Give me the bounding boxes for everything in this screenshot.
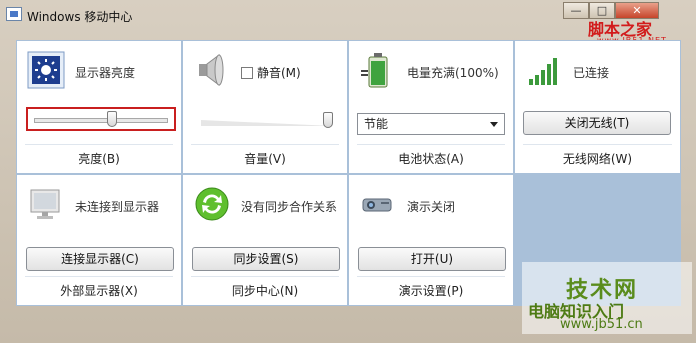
sync-status: 没有同步合作关系 [241,200,338,214]
tile-sync: 没有同步合作关系 同步设置(S) 同步中心(N) [183,175,347,305]
tile-presentation: 演示关闭 打开(U) 演示设置(P) [349,175,513,305]
tile-external-display: 未连接到显示器 连接显示器(C) 外部显示器(X) [17,175,181,305]
power-plan-dropdown[interactable]: 节能 [357,113,505,135]
divider [25,276,173,277]
volume-track [201,120,333,126]
projector-icon [359,185,397,223]
mute-option[interactable]: 静音(M) [241,64,301,81]
brand-watermark-url: www.jb51.cn [560,317,643,332]
app-icon [6,7,22,21]
wireless-footer[interactable]: 无线网络(W) [515,150,680,167]
brightness-label: 显示器亮度 [75,66,136,80]
brightness-slider-thumb[interactable] [106,111,117,127]
brightness-slider[interactable] [26,107,176,131]
wireless-status-label: 已连接 [573,66,610,80]
mobility-center-window: Windows 移动中心 — □ ✕ 脚本之家 www.JB51.NET [0,0,696,343]
display-brightness-icon [27,51,65,89]
chevron-down-icon [490,122,498,127]
battery-icon [359,51,397,89]
tile-brightness: 显示器亮度 亮度(B) [17,41,181,173]
power-plan-selected: 节能 [364,117,389,131]
minimize-button[interactable]: — [563,2,589,19]
turn-on-presentation-button[interactable]: 打开(U) [358,247,506,271]
sync-footer[interactable]: 同步中心(N) [183,282,347,299]
speaker-icon [193,51,231,89]
sync-icon [193,185,231,223]
divider [191,276,339,277]
tile-volume: 静音(M) 音量(V) [183,41,347,173]
mute-label: 静音(M) [257,66,301,80]
mute-checkbox[interactable] [241,66,253,79]
tile-battery: 电量充满(100%) 节能 电池状态(A) [349,41,513,173]
tile-wireless: 已连接 关闭无线(T) 无线网络(W) [515,41,680,173]
divider [357,144,505,145]
presentation-footer[interactable]: 演示设置(P) [349,282,513,299]
signal-bars-icon [525,51,563,89]
window-title: Windows 移动中心 [27,10,133,24]
divider [357,276,505,277]
divider [25,144,173,145]
brightness-track [34,118,168,123]
connect-display-button[interactable]: 连接显示器(C) [26,247,174,271]
divider [191,144,339,145]
monitor-icon [27,185,65,223]
battery-status-label: 电量充满(100%) [407,66,499,80]
turn-off-wireless-button[interactable]: 关闭无线(T) [523,111,671,135]
external-display-status: 未连接到显示器 [75,200,160,214]
volume-slider-thumb[interactable] [323,112,333,128]
volume-footer[interactable]: 音量(V) [183,150,347,167]
sync-settings-button[interactable]: 同步设置(S) [192,247,340,271]
volume-slider[interactable] [201,112,333,128]
brightness-footer[interactable]: 亮度(B) [17,150,181,167]
divider [523,144,672,145]
external-display-footer[interactable]: 外部显示器(X) [17,282,181,299]
battery-footer[interactable]: 电池状态(A) [349,150,513,167]
presentation-status: 演示关闭 [407,200,456,214]
